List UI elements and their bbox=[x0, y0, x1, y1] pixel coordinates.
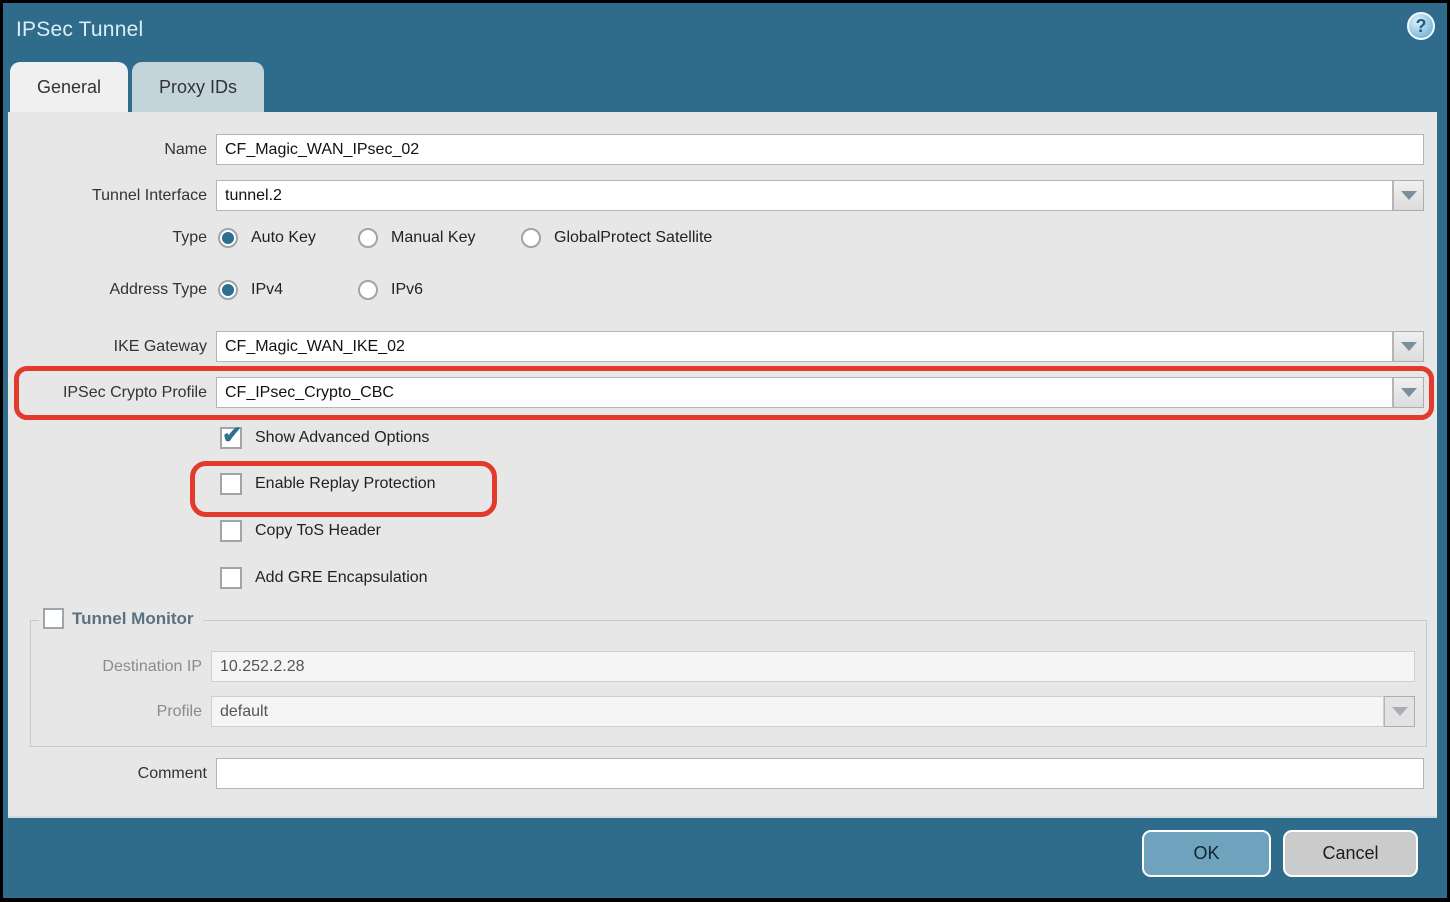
radio-auto-key-control[interactable] bbox=[218, 228, 238, 248]
tab-general-label: General bbox=[37, 77, 101, 98]
cancel-button[interactable]: Cancel bbox=[1283, 830, 1418, 877]
tunnel-monitor-label: Tunnel Monitor bbox=[72, 609, 194, 629]
chevron-down-icon bbox=[1401, 342, 1417, 351]
profile-dropdown-button[interactable] bbox=[1384, 696, 1415, 727]
address-type-radio-group: IPv4 IPv6 bbox=[218, 278, 423, 302]
chevron-down-icon bbox=[1401, 191, 1417, 200]
radio-ipv4[interactable]: IPv4 bbox=[218, 280, 358, 300]
radio-ipv6[interactable]: IPv6 bbox=[358, 280, 423, 300]
add-gre-encapsulation-checkbox[interactable] bbox=[220, 567, 242, 589]
ipsec-crypto-profile-combo bbox=[216, 377, 1424, 408]
tab-bar: General Proxy IDs bbox=[10, 62, 264, 112]
profile-combo bbox=[211, 696, 1415, 727]
tunnel-monitor-checkbox[interactable] bbox=[43, 608, 64, 629]
dialog-footer: OK Cancel bbox=[3, 818, 1447, 898]
radio-manual-key[interactable]: Manual Key bbox=[358, 228, 521, 248]
chevron-down-icon bbox=[1392, 707, 1408, 716]
enable-replay-protection-label: Enable Replay Protection bbox=[255, 475, 436, 493]
type-radio-group: Auto Key Manual Key GlobalProtect Satell… bbox=[218, 226, 712, 250]
copy-tos-header-label: Copy ToS Header bbox=[255, 522, 381, 540]
ipsec-crypto-profile-label: IPSec Crypto Profile bbox=[8, 377, 207, 408]
checkbox-copy-tos-header[interactable]: Copy ToS Header bbox=[220, 520, 381, 542]
radio-manual-key-label: Manual Key bbox=[391, 229, 476, 247]
ipsec-crypto-profile-input[interactable] bbox=[216, 377, 1393, 408]
radio-auto-key-label: Auto Key bbox=[251, 229, 316, 247]
copy-tos-header-checkbox[interactable] bbox=[220, 520, 242, 542]
destination-ip-input[interactable] bbox=[211, 651, 1415, 682]
tunnel-interface-input[interactable] bbox=[216, 180, 1393, 211]
chevron-down-icon bbox=[1401, 388, 1417, 397]
destination-ip-label: Destination IP bbox=[31, 651, 202, 682]
checkbox-enable-replay-protection[interactable]: Enable Replay Protection bbox=[220, 473, 436, 495]
tunnel-monitor-legend: Tunnel Monitor bbox=[39, 608, 203, 629]
name-label: Name bbox=[8, 134, 207, 165]
type-label: Type bbox=[8, 226, 207, 250]
radio-ipv6-control[interactable] bbox=[358, 280, 378, 300]
ok-button[interactable]: OK bbox=[1142, 830, 1271, 877]
tunnel-monitor-fieldset: Tunnel Monitor Destination IP Profile bbox=[30, 620, 1427, 747]
tunnel-interface-dropdown-button[interactable] bbox=[1393, 180, 1424, 211]
checkbox-show-advanced-options[interactable]: Show Advanced Options bbox=[220, 427, 429, 449]
ipsec-crypto-profile-dropdown-button[interactable] bbox=[1393, 377, 1424, 408]
profile-input[interactable] bbox=[211, 696, 1384, 727]
general-tab-panel: Name Tunnel Interface Type Auto Key Manu… bbox=[8, 112, 1437, 818]
help-icon[interactable]: ? bbox=[1407, 12, 1435, 40]
profile-label: Profile bbox=[31, 696, 202, 727]
tab-proxy-ids[interactable]: Proxy IDs bbox=[132, 62, 264, 112]
radio-globalprotect-satellite-label: GlobalProtect Satellite bbox=[554, 229, 712, 247]
enable-replay-protection-checkbox[interactable] bbox=[220, 473, 242, 495]
tab-general[interactable]: General bbox=[10, 62, 128, 112]
radio-globalprotect-satellite-control[interactable] bbox=[521, 228, 541, 248]
add-gre-encapsulation-label: Add GRE Encapsulation bbox=[255, 569, 428, 587]
name-input[interactable] bbox=[216, 134, 1424, 165]
comment-input[interactable] bbox=[216, 758, 1424, 789]
ike-gateway-combo bbox=[216, 331, 1424, 362]
radio-globalprotect-satellite[interactable]: GlobalProtect Satellite bbox=[521, 228, 712, 248]
ipsec-tunnel-dialog: IPSec Tunnel ? General Proxy IDs Name Tu… bbox=[3, 3, 1447, 898]
comment-label: Comment bbox=[8, 758, 207, 789]
checkbox-add-gre-encapsulation[interactable]: Add GRE Encapsulation bbox=[220, 567, 428, 589]
radio-ipv4-label: IPv4 bbox=[251, 281, 283, 299]
radio-ipv6-label: IPv6 bbox=[391, 281, 423, 299]
show-advanced-options-checkbox[interactable] bbox=[220, 427, 242, 449]
radio-auto-key[interactable]: Auto Key bbox=[218, 228, 358, 248]
title-bar: IPSec Tunnel ? bbox=[3, 3, 1447, 62]
ike-gateway-dropdown-button[interactable] bbox=[1393, 331, 1424, 362]
tunnel-interface-label: Tunnel Interface bbox=[8, 180, 207, 211]
radio-manual-key-control[interactable] bbox=[358, 228, 378, 248]
tunnel-interface-combo bbox=[216, 180, 1424, 211]
ike-gateway-label: IKE Gateway bbox=[8, 331, 207, 362]
radio-ipv4-control[interactable] bbox=[218, 280, 238, 300]
ike-gateway-input[interactable] bbox=[216, 331, 1393, 362]
address-type-label: Address Type bbox=[8, 278, 207, 302]
dialog-title: IPSec Tunnel bbox=[16, 18, 143, 42]
show-advanced-options-label: Show Advanced Options bbox=[255, 429, 429, 447]
tab-proxy-ids-label: Proxy IDs bbox=[159, 77, 237, 98]
